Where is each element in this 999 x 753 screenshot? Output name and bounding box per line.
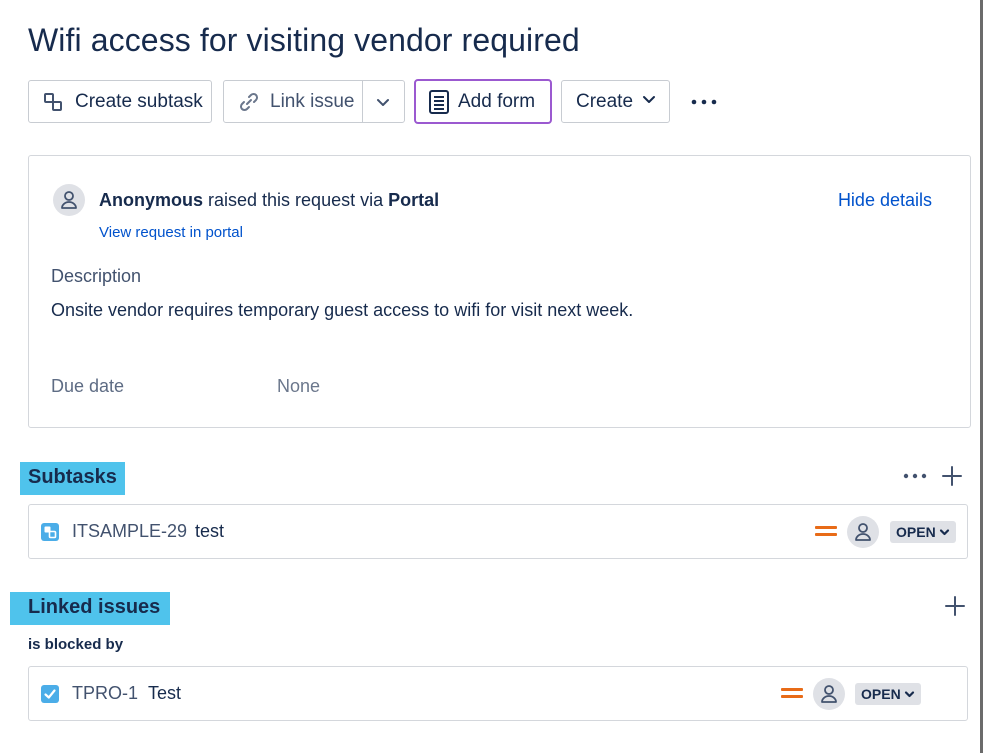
chevron-down-icon: [939, 527, 950, 538]
subtask-status-dropdown[interactable]: OPEN: [890, 521, 956, 543]
link-issue-dropdown-chevron-icon[interactable]: [374, 93, 392, 117]
request-details-card: Anonymous raised this request via Portal…: [28, 155, 971, 428]
view-request-in-portal-link[interactable]: View request in portal: [99, 224, 243, 241]
subtasks-actions: [900, 462, 966, 490]
add-subtask-plus-icon[interactable]: [938, 462, 966, 490]
priority-medium-icon: [815, 525, 837, 539]
form-icon: [428, 89, 450, 115]
issue-title[interactable]: Wifi access for visiting vendor required: [28, 22, 580, 59]
reporter-name[interactable]: Anonymous: [99, 190, 203, 210]
assignee-avatar-icon[interactable]: [847, 516, 879, 548]
subtask-summary[interactable]: test: [195, 521, 224, 542]
task-type-icon: [41, 685, 59, 703]
linked-issue-summary[interactable]: Test: [148, 683, 181, 704]
status-label: OPEN: [896, 524, 936, 540]
subtask-icon: [43, 92, 63, 112]
add-form-label: Add form: [458, 90, 536, 112]
chevron-down-icon: [641, 91, 657, 113]
link-issue-button[interactable]: Link issue: [223, 80, 405, 123]
raised-via-text: raised this request via: [203, 190, 389, 210]
subtask-type-icon: [41, 523, 59, 541]
hide-details-link[interactable]: Hide details: [838, 190, 932, 211]
create-dropdown-button[interactable]: Create: [561, 80, 670, 123]
request-channel: Portal: [388, 190, 440, 210]
request-origin-text: Anonymous raised this request via Portal: [99, 190, 439, 211]
due-date-label: Due date: [51, 376, 125, 396]
link-issue-label: Link issue: [270, 90, 355, 112]
priority-medium-icon: [781, 687, 803, 701]
subtasks-heading: Subtasks: [20, 462, 125, 495]
linked-issue-status-dropdown[interactable]: OPEN: [855, 683, 921, 705]
add-form-button[interactable]: Add form: [414, 79, 552, 124]
status-label: OPEN: [861, 686, 901, 702]
chevron-down-icon: [904, 689, 915, 700]
window-edge: [980, 0, 983, 753]
subtask-key[interactable]: ITSAMPLE-29: [72, 521, 187, 542]
create-subtask-label: Create subtask: [75, 90, 203, 112]
linked-issues-heading: Linked issues: [10, 592, 171, 625]
description-label: Description: [51, 266, 142, 286]
link-icon: [238, 91, 260, 113]
create-label: Create: [576, 90, 634, 112]
create-subtask-button[interactable]: Create subtask: [28, 80, 212, 123]
subtasks-more-icon[interactable]: [900, 462, 930, 490]
more-actions-icon[interactable]: [689, 88, 719, 116]
assignee-avatar-icon[interactable]: [813, 678, 845, 710]
add-linked-issue-plus-icon[interactable]: [941, 592, 969, 620]
linked-issue-key[interactable]: TPRO-1: [72, 683, 138, 704]
linked-issue-row[interactable]: TPRO-1 Test OPEN: [28, 666, 968, 721]
description-text[interactable]: Onsite vendor requires temporary guest a…: [51, 300, 633, 321]
reporter-avatar-icon: [53, 184, 85, 216]
split-divider: [362, 81, 363, 122]
due-date-value[interactable]: None: [277, 376, 320, 397]
subtask-row[interactable]: ITSAMPLE-29 test OPEN: [28, 504, 968, 559]
link-relation-label: is blocked by: [28, 636, 124, 653]
